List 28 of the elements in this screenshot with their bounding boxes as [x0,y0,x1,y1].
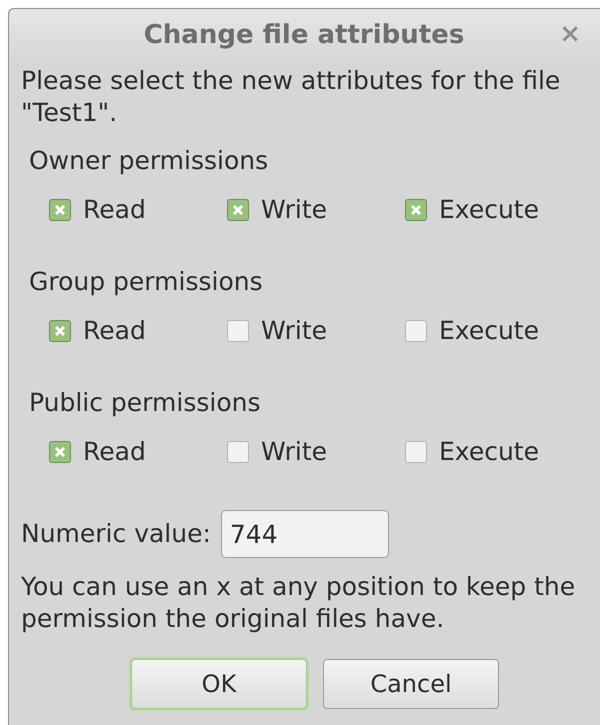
checked-checkbox-icon[interactable] [49,320,71,342]
checked-checkbox-icon[interactable] [49,199,71,221]
permission-checkbox[interactable]: Execute [405,438,583,466]
checked-checkbox-icon[interactable] [227,199,249,221]
hint-text: You can use an x at any position to keep the permission the original files have. [21,571,576,635]
checkbox-icon[interactable] [405,320,427,342]
dialog-button[interactable]: Cancel [323,659,499,709]
checkbox-icon[interactable] [227,320,249,342]
group-label: Public permissions [29,388,262,418]
group-label: Group permissions [29,267,264,297]
permission-checkbox[interactable]: Execute [405,317,583,345]
checkbox-icon[interactable] [405,441,427,463]
permission-checkbox[interactable]: Read [49,317,227,345]
permission-checkbox[interactable]: Execute [405,196,583,224]
permission-checkbox[interactable]: Read [49,438,227,466]
permission-checkbox[interactable]: Read [49,196,227,224]
permission-checkbox[interactable]: Write [227,317,405,345]
permission-checkbox[interactable]: Write [227,196,405,224]
dialog-button[interactable]: OK [131,659,307,709]
numeric-input-field[interactable]: 744 [220,510,389,558]
group-label: Owner permissions [29,146,270,176]
permission-checkbox[interactable]: Write [227,438,405,466]
numeric-label: Numeric value: [21,518,211,550]
window-title: Change file attributes [144,18,464,52]
checkbox-icon[interactable] [227,441,249,463]
checked-checkbox-icon[interactable] [49,441,71,463]
checked-checkbox-icon[interactable] [405,199,427,221]
message-text: Please select the new attributes for the file "Test1". [21,65,562,129]
